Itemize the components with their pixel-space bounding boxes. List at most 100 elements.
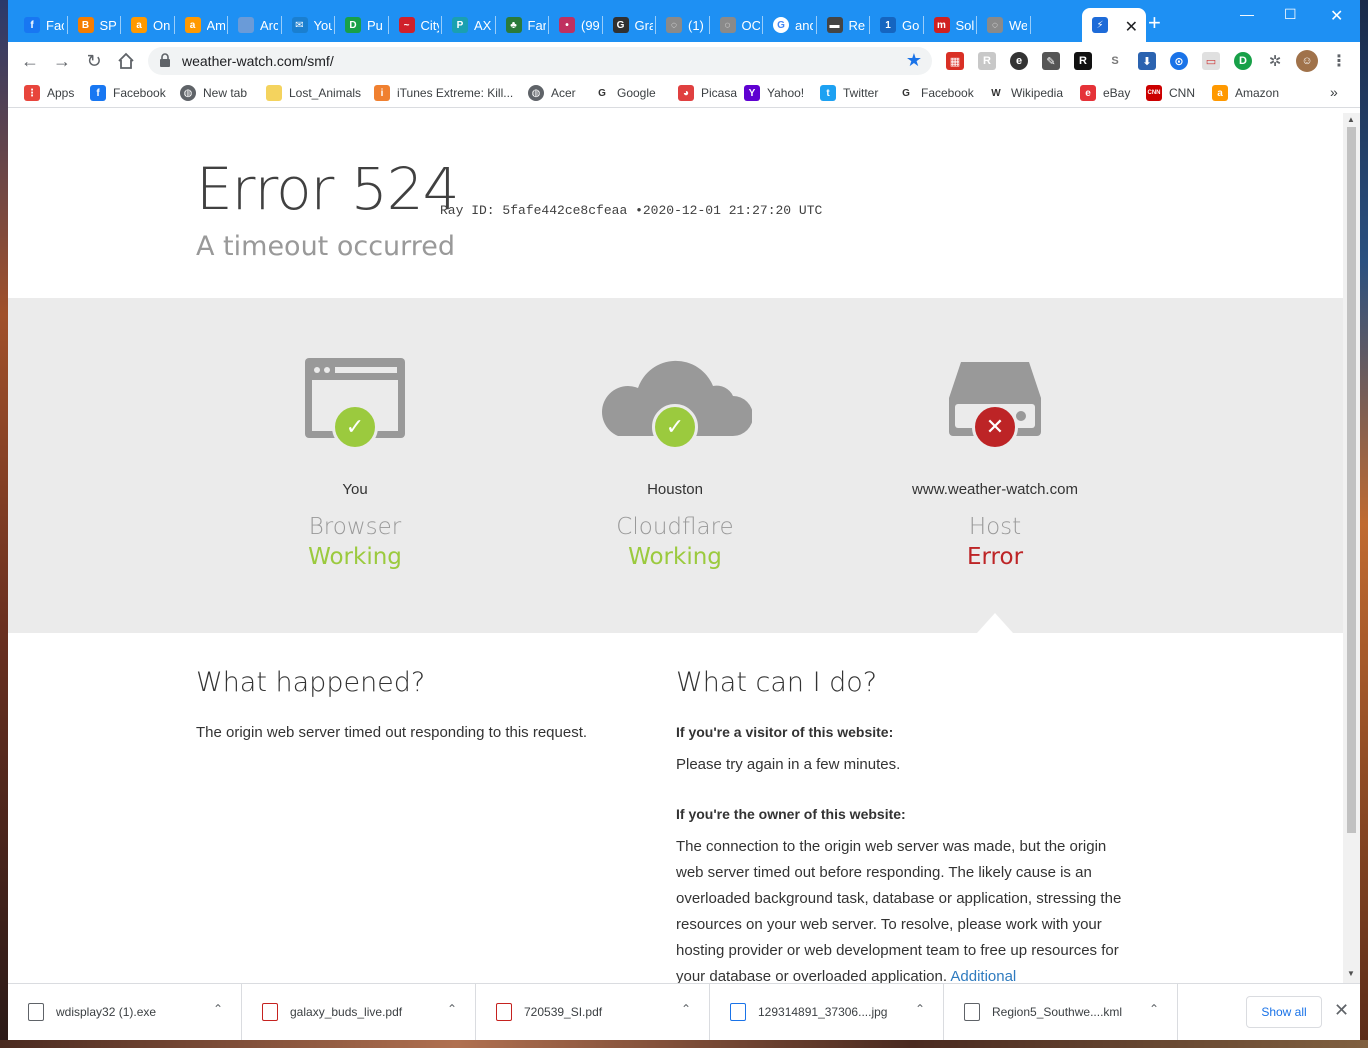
download-item[interactable]: Region5_Southwe....kml ⌃ [944,984,1178,1040]
bookmark-item[interactable]: t Twitter [820,85,878,101]
extension-icon[interactable]: R [1074,52,1092,70]
close-downloads-icon[interactable]: ✕ [1334,1000,1349,1021]
close-tab-icon[interactable]: ✕ [1125,17,1138,37]
extension-icon[interactable]: ▭ [1202,52,1220,70]
browser-tab[interactable]: f Fac [14,8,68,42]
browser-tab[interactable]: ~ City [389,8,442,42]
bookmark-item[interactable]: ◕ Picasa [678,85,737,101]
browser-tab[interactable]: ◌ We [977,8,1031,42]
ray-separator: • [635,203,643,218]
chevron-up-icon[interactable]: ⌃ [681,1002,691,1016]
tab-divider [1029,16,1031,34]
bookmark-item[interactable]: ⋮ Apps [24,85,74,101]
bookmark-label: iTunes Extreme: Kill... [397,86,514,100]
bookmark-label: Picasa [701,86,738,100]
home-button[interactable] [114,50,138,72]
address-bar[interactable]: weather-watch.com/smf/ ★ [148,47,932,75]
browser-tab[interactable]: m Sol [924,8,977,42]
bookmark-item[interactable]: a Amazon [1212,85,1279,101]
back-button[interactable]: ← [18,50,42,72]
browser-tab[interactable]: ♣ Far [496,8,549,42]
download-extension-icon[interactable]: ⬇ [1138,52,1156,70]
browser-tab[interactable]: Gand [763,8,817,42]
bookmark-item[interactable]: W Wikipedia [988,85,1063,101]
show-all-button[interactable]: Show all [1246,996,1322,1028]
browser-tab[interactable]: P AX [442,8,496,42]
scrollbar-thumb[interactable] [1347,127,1356,833]
explanation-section: What happened? The origin web server tim… [8,633,1343,983]
extension-icon[interactable]: ⊙ [1170,52,1188,70]
browser-tab[interactable]: ◌ (1) [656,8,710,42]
browser-tab[interactable]: a On [121,8,175,42]
chevron-up-icon[interactable]: ⌃ [447,1002,457,1016]
scroll-down-arrow-icon[interactable]: ▼ [1347,969,1355,978]
browser-tab[interactable]: ▬ Re [817,8,870,42]
browser-tab[interactable]: Arc [228,8,282,42]
status-kind: Host [968,514,1022,540]
owner-text-line-last: your database or overloaded application.… [676,964,1176,983]
download-item[interactable]: 720539_SI.pdf ⌃ [476,984,710,1040]
profile-avatar[interactable]: ☺ [1296,50,1318,72]
additional-link[interactable]: Additional [950,968,1016,983]
bookmark-item[interactable]: G Google [594,85,656,101]
download-filename: wdisplay32 (1).exe [56,1005,157,1019]
bookmark-item[interactable]: ◍ Acer [528,85,576,101]
bookmark-item[interactable]: Lost_Animals [266,85,361,101]
extensions-puzzle-icon[interactable]: ✲ [1266,52,1284,70]
bookmarks-overflow-chevron-icon[interactable]: » [1330,84,1338,100]
extension-icon[interactable]: ✎ [1042,52,1060,70]
browser-tab[interactable]: ⚡ ✕ [1082,8,1146,42]
bookmark-item[interactable]: e eBay [1080,85,1130,101]
bookmark-item[interactable]: ◍ New tab [180,85,247,101]
extension-icon[interactable]: e [1010,52,1028,70]
browser-tab[interactable]: 1 Go [870,8,924,42]
browser-tab[interactable]: • (99 [549,8,603,42]
download-item[interactable]: wdisplay32 (1).exe ⌃ [8,984,242,1040]
page-scrollbar[interactable]: ▲ ▼ [1343,113,1360,983]
owner-text-line: web server timed out before responding. … [676,864,1092,881]
browser-tab[interactable]: G Gra [603,8,656,42]
extension-icon[interactable]: D [1234,52,1252,70]
check-icon: ✓ [652,404,698,450]
bookmark-item[interactable]: G Facebook [898,85,974,101]
error-header: Error 524 Ray ID: 5fafe442ce8cfeaa •2020… [8,113,1343,298]
loading-icon: ◌ [719,17,736,33]
pdf-icon [262,1003,278,1021]
chevron-up-icon[interactable]: ⌃ [213,1002,223,1016]
forward-button[interactable]: → [50,50,74,72]
chevron-up-icon[interactable]: ⌃ [1149,1002,1159,1016]
page-viewport: Error 524 Ray ID: 5fafe442ce8cfeaa •2020… [8,113,1343,983]
browser-tab[interactable]: ◌ OC [710,8,763,42]
scroll-up-arrow-icon[interactable]: ▲ [1347,115,1355,124]
bookmark-item[interactable]: Y Yahoo! [744,85,804,101]
browser-tab[interactable]: D Pu [335,8,389,42]
browser-tab[interactable]: ✉ You [282,8,335,42]
calendar-extension-icon[interactable]: ▦ [946,52,964,70]
minimize-button[interactable]: — [1240,6,1254,22]
reload-button[interactable]: ↻ [82,50,106,72]
browser-tab[interactable]: B SPI [68,8,121,42]
bookmark-item[interactable]: f Facebook [90,85,166,101]
go-icon: 1 [880,17,896,33]
status-kind: Cloudflare [616,514,734,540]
bookmark-item[interactable]: CNN CNN [1146,85,1195,101]
download-item[interactable]: 129314891_37306....jpg ⌃ [710,984,944,1040]
extension-icon[interactable]: R [978,52,996,70]
extension-icon[interactable]: S [1106,52,1124,70]
bookmarks-bar: ⋮ Apps f Facebook ◍ New tab Lost_Animals i iTune… [8,80,1360,108]
visitor-heading: If you're a visitor of this website: [676,724,894,740]
maximize-button[interactable]: ☐ [1284,6,1297,23]
close-window-button[interactable]: ✕ [1330,6,1343,26]
chevron-up-icon[interactable]: ⌃ [915,1002,925,1016]
error-x-icon: ✕ [972,404,1018,450]
facebook-icon: f [24,17,40,33]
download-item[interactable]: galaxy_buds_live.pdf ⌃ [242,984,476,1040]
bookmark-star-icon[interactable]: ★ [906,50,922,71]
new-tab-button[interactable]: + [1148,12,1161,34]
amazon-icon: a [1212,85,1228,101]
archive-icon [238,17,254,33]
menu-kebab-icon[interactable]: ⋮ [1330,52,1348,70]
bookmark-label: CNN [1169,86,1195,100]
browser-tab[interactable]: a Am [175,8,228,42]
bookmark-item[interactable]: i iTunes Extreme: Kill... [374,85,513,101]
